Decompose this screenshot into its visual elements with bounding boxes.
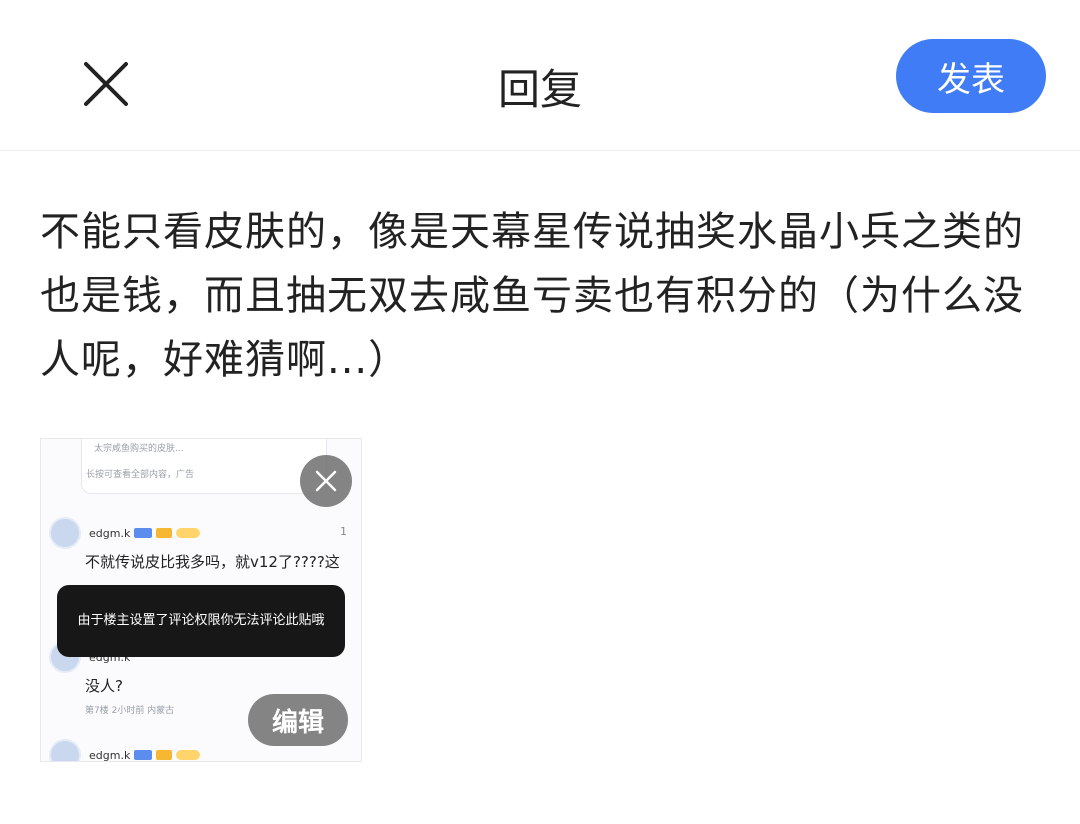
quoted-content-box: 太宗咸鱼购买的皮肤... 长按可查看全部内容，广告: [81, 439, 327, 494]
attached-image[interactable]: 太宗咸鱼购买的皮肤... 长按可查看全部内容，广告 edgm.k 1 不就传说皮…: [40, 438, 362, 762]
vip-badge: [156, 750, 173, 760]
level-badge: [134, 750, 153, 760]
toast-message: 由于楼主设置了评论权限你无法评论此贴哦: [57, 585, 345, 657]
quoted-text-line: 长按可查看全部内容，广告: [86, 470, 195, 480]
top-bar: 回复 发表: [0, 0, 1080, 151]
fan-badge: [176, 750, 201, 760]
remove-image-button[interactable]: [300, 455, 352, 507]
fan-badge: [176, 528, 201, 538]
level-badge: [134, 528, 153, 538]
reply-text-input[interactable]: 不能只看皮肤的，像是天幕星传说抽奖水晶小兵之类的也是钱，而且抽无双去咸鱼亏卖也有…: [40, 200, 1040, 392]
like-count: 1: [340, 525, 347, 538]
avatar: [49, 739, 81, 761]
comment-meta: 第7楼 2小时前 内蒙古: [85, 706, 175, 716]
edit-image-button[interactable]: 编辑: [248, 694, 348, 746]
comment-text: 没人?: [85, 677, 123, 695]
publish-button[interactable]: 发表: [896, 39, 1046, 113]
comment-text: 不就传说皮比我多吗，就v12了????这: [85, 553, 340, 571]
comment-header: edgm.k: [49, 517, 201, 549]
close-icon: [315, 470, 337, 492]
avatar: [49, 517, 81, 549]
comment-username: edgm.k: [89, 748, 131, 762]
comment-header: edgm.k: [49, 739, 201, 762]
vip-badge: [156, 528, 173, 538]
quoted-text-line: 太宗咸鱼购买的皮肤...: [94, 444, 184, 454]
comment-username: edgm.k: [89, 526, 131, 540]
